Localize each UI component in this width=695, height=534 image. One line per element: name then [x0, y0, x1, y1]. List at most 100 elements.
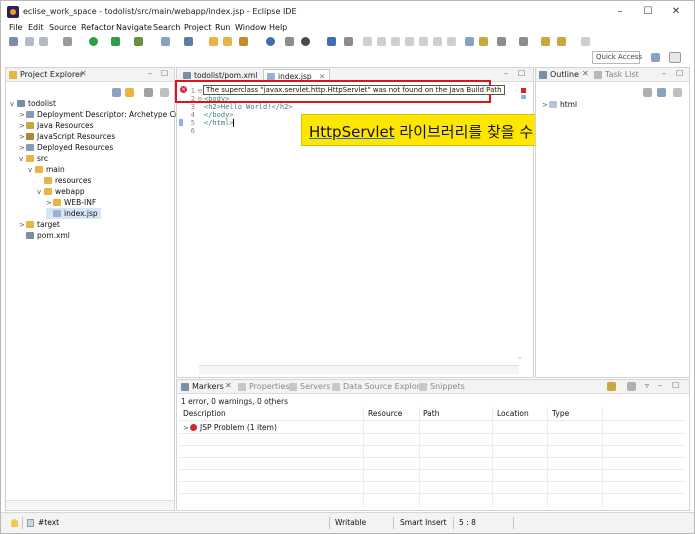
tab-task-list[interactable]: Task List	[605, 70, 639, 79]
tree-item[interactable]: > WEB-INF	[46, 197, 96, 208]
outline-item-html[interactable]: > html	[542, 99, 577, 110]
hide-attributes-icon[interactable]	[643, 88, 652, 97]
save-icon[interactable]	[25, 37, 34, 46]
outline-menu-icon[interactable]	[673, 88, 682, 97]
close-markers-icon[interactable]: ✕	[225, 381, 232, 390]
collapse-all-icon[interactable]	[112, 88, 121, 97]
debug-icon[interactable]	[89, 37, 98, 46]
step-into-icon[interactable]	[419, 37, 428, 46]
new-server-icon[interactable]	[161, 37, 170, 46]
tree-item[interactable]: v todolist	[10, 98, 56, 109]
markers-chevron-icon[interactable]: ▿	[645, 381, 649, 390]
outline-title[interactable]: Outline	[550, 70, 579, 79]
column-path[interactable]: Path	[423, 407, 439, 420]
menu-project[interactable]: Project	[184, 23, 211, 32]
column-description[interactable]: Description	[183, 407, 226, 420]
tree-item[interactable]: > JavaScript Resources	[19, 131, 115, 142]
project-explorer-title[interactable]: Project Explorer	[20, 70, 83, 79]
column-resource[interactable]: Resource	[368, 407, 402, 420]
next-annotation-icon[interactable]	[497, 37, 506, 46]
menu-edit[interactable]: Edit	[28, 23, 44, 32]
maximize-button[interactable]: ☐	[641, 5, 655, 19]
save-all-icon[interactable]	[39, 37, 48, 46]
editor-horizontal-scrollbar[interactable]	[199, 365, 519, 374]
prev-annotation-icon[interactable]	[519, 37, 528, 46]
tree-twist-icon[interactable]: v	[37, 187, 44, 198]
collapse-outline-icon[interactable]	[657, 88, 666, 97]
minimize-editor-icon[interactable]: –	[504, 69, 508, 78]
globe-icon[interactable]	[266, 37, 275, 46]
close-outline-icon[interactable]: ✕	[582, 69, 589, 78]
tree-item[interactable]: v src	[19, 153, 48, 164]
tab-servers[interactable]: Servers	[300, 382, 330, 391]
maximize-editor-icon[interactable]: ☐	[518, 69, 525, 78]
close-view-icon[interactable]: ✕	[80, 69, 87, 78]
forward-icon[interactable]	[581, 37, 590, 46]
column-type[interactable]: Type	[552, 407, 569, 420]
status-insert-mode[interactable]: Smart Insert	[400, 518, 447, 527]
tree-twist-icon[interactable]: v	[28, 165, 35, 176]
view-menu-icon[interactable]	[144, 88, 153, 97]
markers-menu-icon[interactable]	[627, 382, 636, 391]
tree-item[interactable]: > Deployment Descriptor: Archetype Crea	[19, 109, 187, 120]
tree-item[interactable]: v main	[28, 164, 65, 175]
link-with-editor-icon[interactable]	[125, 88, 134, 97]
search-tool-icon[interactable]	[239, 37, 248, 46]
tree-item[interactable]: v webapp	[37, 186, 85, 197]
terminal-icon[interactable]	[327, 37, 336, 46]
resume-icon[interactable]	[363, 37, 372, 46]
run-icon[interactable]	[111, 37, 120, 46]
java-ee-perspective-icon[interactable]	[669, 52, 681, 63]
toggle-marks-icon[interactable]	[479, 37, 488, 46]
error-overview-marker[interactable]	[521, 88, 526, 93]
lightbulb-icon[interactable]	[11, 519, 18, 527]
tree-item[interactable]: index.jsp	[46, 208, 101, 219]
overview-ruler-marker[interactable]	[521, 95, 526, 99]
step-over-icon[interactable]	[433, 37, 442, 46]
open-folder-icon[interactable]	[223, 37, 232, 46]
annotation-icon[interactable]	[285, 37, 294, 46]
step-return-icon[interactable]	[447, 37, 456, 46]
chevron-down-icon[interactable]	[160, 88, 169, 97]
new-icon[interactable]	[9, 37, 18, 46]
web-browser-icon[interactable]	[184, 37, 193, 46]
code-line[interactable]: </html>	[204, 119, 234, 128]
tab-snippets[interactable]: Snippets	[430, 382, 465, 391]
target-icon[interactable]	[301, 37, 310, 46]
tree-item[interactable]: pom.xml	[19, 230, 70, 241]
close-window-button[interactable]: ✕	[669, 5, 683, 19]
menu-refactor[interactable]: Refactor	[81, 23, 115, 32]
maximize-markers-icon[interactable]: ☐	[672, 381, 679, 390]
minimize-markers-icon[interactable]: –	[658, 381, 662, 390]
error-icon[interactable]: ×	[180, 86, 187, 93]
maximize-outline-icon[interactable]: ☐	[676, 69, 683, 78]
tree-item[interactable]: > Java Resources	[19, 120, 94, 131]
minimize-button[interactable]: –	[613, 5, 627, 19]
menu-help[interactable]: Help	[269, 23, 287, 32]
column-location[interactable]: Location	[497, 407, 529, 420]
tab-data-source-explorer[interactable]: Data Source Explorer	[343, 382, 428, 391]
back-icon[interactable]	[557, 37, 566, 46]
toggle-mark-icon[interactable]	[344, 37, 353, 46]
explorer-horizontal-scrollbar[interactable]	[6, 500, 174, 509]
table-row[interactable]: > JSP Problem (1 item)	[183, 422, 277, 433]
open-perspective-icon[interactable]	[651, 53, 660, 62]
minimize-outline-icon[interactable]: –	[662, 69, 666, 78]
suspend-icon[interactable]	[377, 37, 386, 46]
menu-search[interactable]: Search	[153, 23, 180, 32]
open-type-icon[interactable]	[209, 37, 218, 46]
quick-access-input[interactable]: Quick Access	[592, 51, 642, 64]
tab-markers[interactable]: Markers	[192, 382, 224, 391]
menu-file[interactable]: File	[9, 23, 22, 32]
debug-skip-icon[interactable]	[63, 37, 72, 46]
maximize-view-icon[interactable]: ☐	[161, 69, 168, 78]
menu-run[interactable]: Run	[215, 23, 230, 32]
tree-twist-icon[interactable]: v	[10, 99, 17, 110]
menu-navigate[interactable]: Navigate	[116, 23, 152, 32]
run-external-icon[interactable]	[134, 37, 143, 46]
toggle-block-icon[interactable]	[465, 37, 474, 46]
tree-item[interactable]: > target	[19, 219, 60, 230]
terminate-icon[interactable]	[391, 37, 400, 46]
menu-window[interactable]: Window	[235, 23, 267, 32]
tab-properties[interactable]: Properties	[249, 382, 289, 391]
